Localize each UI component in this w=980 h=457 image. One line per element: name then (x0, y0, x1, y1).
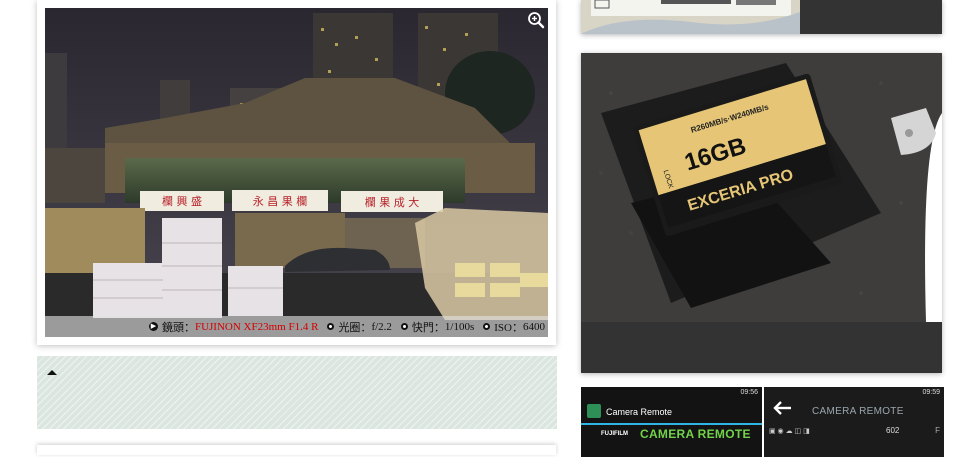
bullet-icon (327, 323, 335, 330)
iso-value: 6400 (523, 320, 545, 333)
shutter-label: 快門： (411, 321, 445, 334)
status-time-right: 09:59 (922, 389, 940, 396)
shutter-info: 快門： 1/100s (400, 319, 475, 335)
sign-1: 欄 興 盛 (162, 194, 202, 208)
shutter-value: 1/100s (444, 320, 475, 333)
next-article-card (37, 445, 556, 455)
collapsible-panel (37, 356, 557, 429)
iso-label: ISO： (494, 321, 523, 334)
aperture-label: 光圈： (338, 321, 372, 334)
app-title: Camera Remote (606, 407, 673, 417)
gallery-card-sd[interactable]: R260MB/s·W240MB/s 16GB EXCERIA PRO LOCK (581, 53, 942, 373)
app-screen-browse: 09:59 CAMERA REMOTE ▣ ◉ ☁ ◫ ◨ 602 F (764, 387, 944, 457)
brand-small: FUJIFILM (601, 431, 628, 437)
caret-up-icon[interactable] (47, 370, 57, 375)
zoom-in-icon[interactable] (527, 11, 545, 29)
info-row: ▣ ◉ ☁ ◫ ◨ 602 F (764, 425, 944, 439)
photo-illustration: 欄 興 盛 永 昌 果 欄 欄 果 成 大 (45, 8, 548, 337)
gallery-card-top[interactable] (581, 0, 942, 34)
brand-row: FUJIFILM CAMERA REMOTE (581, 427, 762, 443)
arrow-right-icon: ▶ (148, 322, 158, 331)
lens-info: ▶ 鏡頭： FUJINON XF23mm F1.4 R (148, 319, 319, 335)
iso-info: ISO： 6400 (483, 319, 545, 335)
aperture-info: 光圈： f/2.2 (327, 319, 392, 335)
app-screenshots[interactable]: 09:56 Camera Remote FUJIFILM CAMERA REMO… (581, 387, 944, 457)
lens-value: FUJINON XF23mm F1.4 R (194, 320, 319, 333)
sign-3: 欄 果 成 大 (365, 195, 420, 209)
market-night-photo[interactable]: 欄 興 盛 永 昌 果 欄 欄 果 成 大 ▶ 鏡頭： FUJINON XF23… (45, 8, 548, 337)
back-arrow-icon[interactable] (772, 400, 792, 416)
photo-card: 欄 興 盛 永 昌 果 欄 欄 果 成 大 ▶ 鏡頭： FUJINON XF23… (37, 0, 556, 345)
shots-remaining: 602 (886, 426, 900, 435)
lens-label: 鏡頭： (161, 321, 195, 334)
status-icons: ▣ ◉ ☁ ◫ ◨ (769, 428, 810, 435)
app-screen-launch: 09:56 Camera Remote FUJIFILM CAMERA REMO… (581, 387, 764, 457)
app-action-bar: Camera Remote (581, 401, 762, 425)
sign-2: 永 昌 果 欄 (253, 194, 308, 208)
bullet-icon (483, 323, 491, 330)
screen-title: CAMERA REMOTE (812, 406, 904, 417)
camera-screen-thumbnail (581, 0, 800, 34)
brand-big: CAMERA REMOTE (640, 427, 751, 441)
film-mode: F (935, 426, 940, 435)
camera-app-icon (587, 404, 601, 418)
sd-card-photo: R260MB/s·W240MB/s 16GB EXCERIA PRO LOCK (581, 53, 942, 322)
aperture-value: f/2.2 (371, 320, 392, 333)
photo-exif-caption: ▶ 鏡頭： FUJINON XF23mm F1.4 R 光圈： f/2.2 快門… (45, 316, 548, 337)
bullet-icon (400, 323, 408, 330)
status-time-left: 09:56 (740, 389, 758, 396)
